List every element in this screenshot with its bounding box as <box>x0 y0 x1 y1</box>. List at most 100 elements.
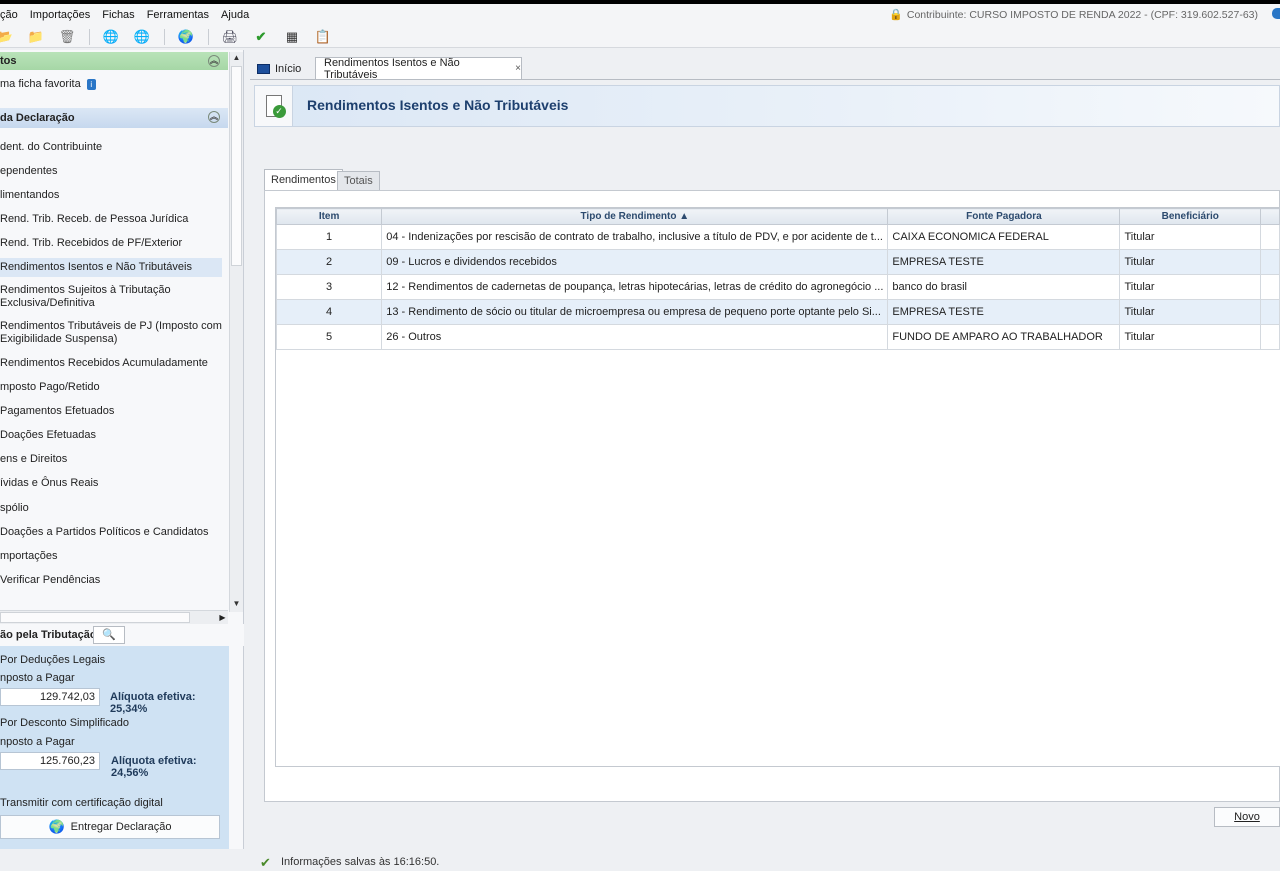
rendimentos-panel: Item Tipo de Rendimento ▲ Fonte Pagadora… <box>264 190 1280 802</box>
toolbar: 📂 📁 🗑 🌐 🌐 🌍 🖨 ✔ ▦ 📋 <box>0 26 1280 48</box>
menu-ajuda[interactable]: Ajuda <box>221 9 249 21</box>
page-title: Rendimentos Isentos e Não Tributáveis <box>307 97 569 113</box>
search-button[interactable]: 🔍 <box>93 626 125 644</box>
nav-dependentes[interactable]: ependentes <box>0 165 222 178</box>
table-row[interactable]: 2 09 - Lucros e dividendos recebidos EMP… <box>275 249 1280 275</box>
nav-alimentandos[interactable]: limentandos <box>0 189 222 202</box>
cell-tipo: 12 - Rendimentos de cadernetas de poupan… <box>381 274 889 300</box>
nav-bens-direitos[interactable]: ens e Direitos <box>0 453 222 466</box>
nav-verificar-pendencias[interactable]: Verificar Pendências <box>0 574 222 587</box>
scroll-down-icon[interactable]: ▼ <box>230 598 243 610</box>
nav-pagamentos[interactable]: Pagamentos Efetuados <box>0 405 222 418</box>
network-icon[interactable]: 🌍 <box>177 28 195 46</box>
table-row[interactable]: 5 26 - Outros FUNDO DE AMPARO AO TRABALH… <box>275 324 1280 350</box>
cell-tipo: 04 - Indenizações por rescisão de contra… <box>381 224 889 250</box>
cell-tipo: 26 - Outros <box>381 324 889 350</box>
nav-rend-exigibilidade[interactable]: Rendimentos Tributáveis de PJ (Imposto c… <box>0 320 222 346</box>
nav-rend-trib-pj[interactable]: Rend. Trib. Receb. de Pessoa Jurídica <box>0 213 222 226</box>
trash-icon[interactable]: 🗑 <box>58 28 76 46</box>
entregar-declaracao-button[interactable]: 🌍 Entregar Declaração <box>0 815 220 839</box>
cell-fonte: banco do brasil <box>887 274 1121 300</box>
calculator-icon[interactable]: ▦ <box>283 28 301 46</box>
saved-check-icon: ✔ <box>260 855 271 870</box>
cell-beneficiario: Titular <box>1119 224 1262 250</box>
cell-fonte: CAIXA ECONOMICA FEDERAL <box>887 224 1121 250</box>
scroll-up-icon[interactable]: ▲ <box>230 52 243 64</box>
collapse-declaration-icon[interactable]: ︽ <box>208 111 220 123</box>
tab-inicio[interactable]: Início <box>253 58 317 79</box>
col-tipo-rendimento[interactable]: Tipo de Rendimento ▲ <box>381 208 889 225</box>
nav-importacoes[interactable]: mportações <box>0 550 222 563</box>
nav-ident-contribuinte[interactable]: dent. do Contribuinte <box>0 141 222 154</box>
nav-imposto-pago[interactable]: mposto Pago/Retido <box>0 381 222 394</box>
menu-declaracao[interactable]: ção <box>0 9 18 21</box>
print-icon[interactable]: 🖨 <box>221 28 239 46</box>
novo-button[interactable]: Novo <box>1214 807 1280 827</box>
lock-icon: 🔒 <box>889 9 903 21</box>
cell-item: 3 <box>275 274 383 300</box>
globe-send-icon[interactable]: 🌐 <box>133 28 151 46</box>
cell-item: 4 <box>275 299 383 325</box>
cell-tipo: 09 - Lucros e dividendos recebidos <box>381 249 889 275</box>
home-icon <box>257 63 270 74</box>
nav-doacoes[interactable]: Doações Efetuadas <box>0 429 222 442</box>
check-icon[interactable]: ✔ <box>252 28 270 46</box>
help-edge-icon[interactable] <box>1272 8 1280 19</box>
table-row[interactable]: 1 04 - Indenizações por rescisão de cont… <box>275 224 1280 250</box>
col-item[interactable]: Item <box>275 208 383 225</box>
favorite-item[interactable]: ma ficha favorita i <box>0 78 96 90</box>
scroll-right-icon[interactable]: ▶ <box>216 611 229 624</box>
table-row[interactable]: 4 13 - Rendimento de sócio ou titular de… <box>275 299 1280 325</box>
page-banner: ✓ Rendimentos Isentos e Não Tributáveis <box>254 85 1280 127</box>
collapse-favorites-icon[interactable]: ︽ <box>208 55 220 67</box>
favorites-header[interactable]: tos ︽ <box>0 52 228 70</box>
radio-desconto-simplificado[interactable]: Por Desconto Simplificado <box>0 717 129 729</box>
menu-fichas[interactable]: Fichas <box>102 9 134 21</box>
cell-item: 5 <box>275 324 383 350</box>
globe-receive-icon[interactable]: 🌐 <box>102 28 120 46</box>
transmitir-checkbox[interactable]: Transmitir com certificação digital <box>0 797 163 809</box>
col-beneficiario[interactable]: Beneficiário <box>1119 208 1262 225</box>
radio-deducoes-legais[interactable]: Por Deduções Legais <box>0 654 105 666</box>
valor-deducoes: 129.742,03 <box>0 688 100 706</box>
main-area: Início Rendimentos Isentos e Não Tributá… <box>245 50 1280 870</box>
col-fonte-pagadora[interactable]: Fonte Pagadora <box>887 208 1121 225</box>
contribuinte-text: Contribuinte: CURSO IMPOSTO DE RENDA 202… <box>906 8 1258 21</box>
nav-rend-acumulados[interactable]: Rendimentos Recebidos Acumuladamente <box>0 357 222 370</box>
cell-item: 2 <box>275 249 383 275</box>
col-extra <box>1260 208 1280 225</box>
clipboard-icon[interactable]: 📋 <box>314 28 332 46</box>
left-horizontal-scrollbar[interactable]: ▶ <box>0 610 228 624</box>
valor-simplificado: 125.760,23 <box>0 752 100 770</box>
nav-espolio[interactable]: spólio <box>0 502 222 515</box>
nav-rend-exclusiva[interactable]: Rendimentos Sujeitos à Tributação Exclus… <box>0 284 222 310</box>
nav-rend-trib-pf[interactable]: Rend. Trib. Recebidos de PF/Exterior <box>0 237 222 250</box>
menu-ferramentas[interactable]: Ferramentas <box>147 9 209 21</box>
cell-beneficiario: Titular <box>1119 249 1262 275</box>
nav-dividas[interactable]: ívidas e Ônus Reais <box>0 477 222 490</box>
hscroll-thumb[interactable] <box>0 612 190 623</box>
tab-rendimentos-isentos[interactable]: Rendimentos Isentos e Não Tributáveis × <box>315 57 522 81</box>
favorites-title: tos <box>0 55 17 67</box>
subtab-totais[interactable]: Totais <box>337 171 380 191</box>
status-bar: ✔ Informações salvas às 16:16:50. <box>260 855 440 870</box>
search-icon: 🔍 <box>102 629 116 641</box>
cell-beneficiario: Titular <box>1119 324 1262 350</box>
declaration-header[interactable]: da Declaração ︽ <box>0 108 228 128</box>
open-folder-icon[interactable]: 📂 <box>0 28 14 46</box>
folder-icon[interactable]: 📁 <box>27 28 45 46</box>
status-text: Informações salvas às 16:16:50. <box>281 856 440 868</box>
nav-doacoes-partidos[interactable]: Doações a Partidos Políticos e Candidato… <box>0 526 222 539</box>
table-row[interactable]: 3 12 - Rendimentos de cadernetas de poup… <box>275 274 1280 300</box>
scroll-thumb[interactable] <box>231 66 242 266</box>
table-header-row: Item Tipo de Rendimento ▲ Fonte Pagadora… <box>275 208 1280 225</box>
left-vertical-scrollbar[interactable]: ▲ ▼ <box>229 52 243 612</box>
rendimentos-grid: Item Tipo de Rendimento ▲ Fonte Pagadora… <box>275 207 1280 767</box>
subtab-rendimentos[interactable]: Rendimentos <box>264 169 343 191</box>
close-tab-icon[interactable]: × <box>515 63 521 74</box>
cell-item: 1 <box>275 224 383 250</box>
aliquota-deducoes: Alíquota efetiva: 25,34% <box>110 691 196 715</box>
menu-importacoes[interactable]: Importações <box>30 9 91 21</box>
nav-rend-isentos[interactable]: Rendimentos Isentos e Não Tributáveis <box>0 258 222 277</box>
info-icon[interactable]: i <box>86 78 96 90</box>
